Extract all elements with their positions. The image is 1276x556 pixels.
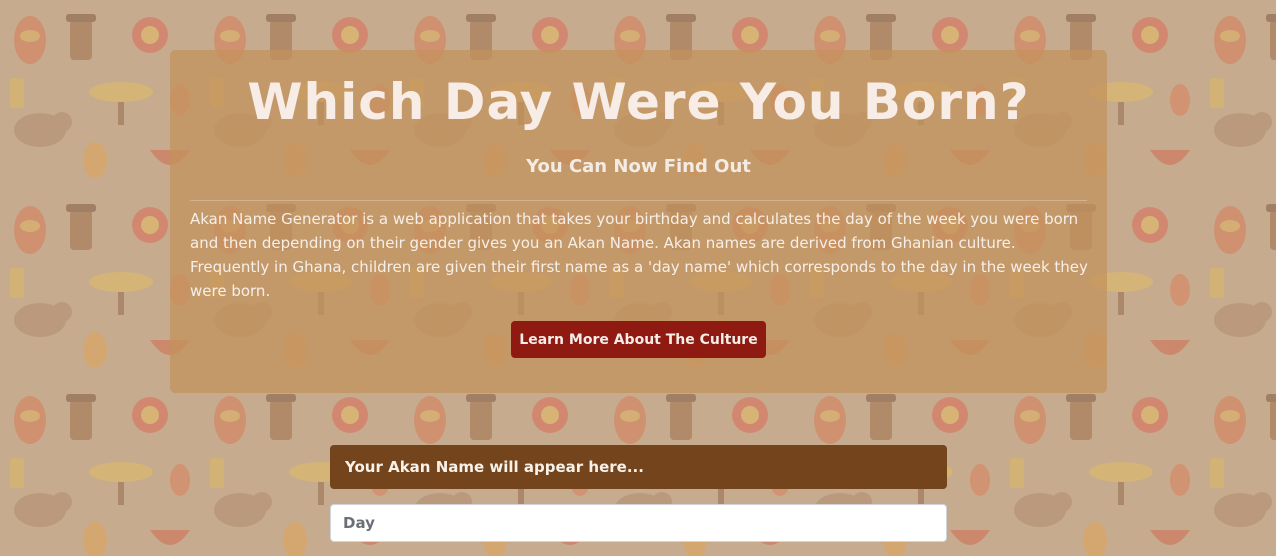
hero-jumbotron: Which Day Were You Born? You Can Now Fin… xyxy=(170,50,1107,393)
hero-divider xyxy=(190,200,1087,201)
app-description: Akan Name Generator is a web application… xyxy=(190,210,1088,300)
learn-more-button[interactable]: Learn More About The Culture xyxy=(511,321,766,358)
page-title: Which Day Were You Born? xyxy=(247,73,1030,131)
akan-name-result: Your Akan Name will appear here... xyxy=(330,445,947,489)
day-input[interactable] xyxy=(330,504,947,542)
page-subtitle: You Can Now Find Out xyxy=(526,156,751,177)
